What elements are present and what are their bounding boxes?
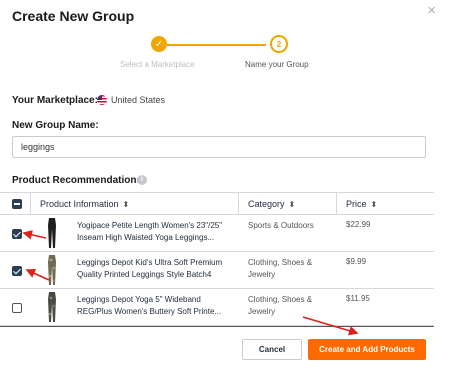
product-name: Leggings Depot Kid's Ultra Soft Premium … — [77, 258, 223, 279]
step-2-label: Name your Group — [245, 60, 309, 69]
column-header-price-label: Price — [346, 199, 367, 209]
info-icon[interactable]: i — [137, 175, 147, 185]
column-divider — [238, 193, 239, 215]
row-checkbox[interactable] — [12, 303, 22, 313]
column-header-price[interactable]: Price ⬍ — [346, 199, 377, 209]
sort-icon: ⬍ — [370, 200, 378, 209]
us-flag-icon — [97, 95, 107, 105]
column-divider — [336, 193, 337, 215]
column-header-category-label: Category — [248, 199, 285, 209]
sort-icon: ⬍ — [288, 200, 296, 209]
close-icon[interactable]: × — [427, 3, 436, 18]
row-checkbox[interactable] — [12, 266, 22, 276]
table-row[interactable]: Yogipace Petite Length Women's 23"/25" I… — [0, 215, 434, 252]
create-and-add-products-button[interactable]: Create and Add Products — [308, 339, 426, 360]
column-header-category[interactable]: Category ⬍ — [248, 199, 295, 209]
product-recommendations-label: Product Recommendations — [12, 175, 143, 186]
column-divider — [30, 193, 31, 215]
row-checkbox[interactable] — [12, 229, 22, 239]
step-2-indicator: 2 — [270, 35, 288, 53]
product-price: $22.99 — [346, 220, 371, 229]
column-header-product[interactable]: Product Information ⬍ — [40, 199, 129, 209]
create-group-modal: Create New Group × ✓ 2 Select a Marketpl… — [0, 0, 450, 368]
sort-icon: ⬍ — [122, 200, 130, 209]
group-name-label: New Group Name: — [12, 120, 99, 131]
product-category: Sports & Outdoors — [248, 221, 314, 230]
product-thumbnail — [48, 292, 56, 322]
product-name: Leggings Depot Yoga 5" Wideband REG/Plus… — [77, 295, 222, 316]
product-name: Yogipace Petite Length Women's 23"/25" I… — [77, 221, 223, 242]
column-header-product-label: Product Information — [40, 199, 119, 209]
table-header: Product Information ⬍ Category ⬍ Price ⬍ — [0, 193, 434, 215]
product-table: Product Information ⬍ Category ⬍ Price ⬍ Yo… — [0, 192, 434, 326]
table-row[interactable]: Leggings Depot Yoga 5" Wideband REG/Plus… — [0, 289, 434, 326]
product-price: $11.95 — [346, 294, 370, 303]
table-row[interactable]: Leggings Depot Kid's Ultra Soft Premium … — [0, 252, 434, 289]
footer-divider — [0, 326, 434, 327]
marketplace-value: United States — [111, 95, 166, 105]
product-thumbnail — [48, 218, 56, 248]
product-thumbnail — [48, 255, 56, 285]
step-1-label: Select a Marketplace — [120, 60, 195, 69]
modal-title: Create New Group — [12, 8, 135, 24]
stepper: ✓ 2 Select a Marketplace Name your Group — [120, 35, 320, 76]
select-all-checkbox[interactable] — [12, 199, 22, 209]
product-price: $9.99 — [346, 257, 367, 266]
product-category: Clothing, Shoes & Jewelry — [248, 258, 313, 279]
step-1-check-icon: ✓ — [151, 36, 167, 52]
cancel-button[interactable]: Cancel — [242, 339, 302, 360]
group-name-input[interactable] — [12, 136, 426, 158]
step-connector-active — [206, 44, 266, 46]
product-category: Clothing, Shoes & Jewelry — [248, 295, 313, 316]
marketplace-label: Your Marketplace: — [12, 95, 98, 106]
